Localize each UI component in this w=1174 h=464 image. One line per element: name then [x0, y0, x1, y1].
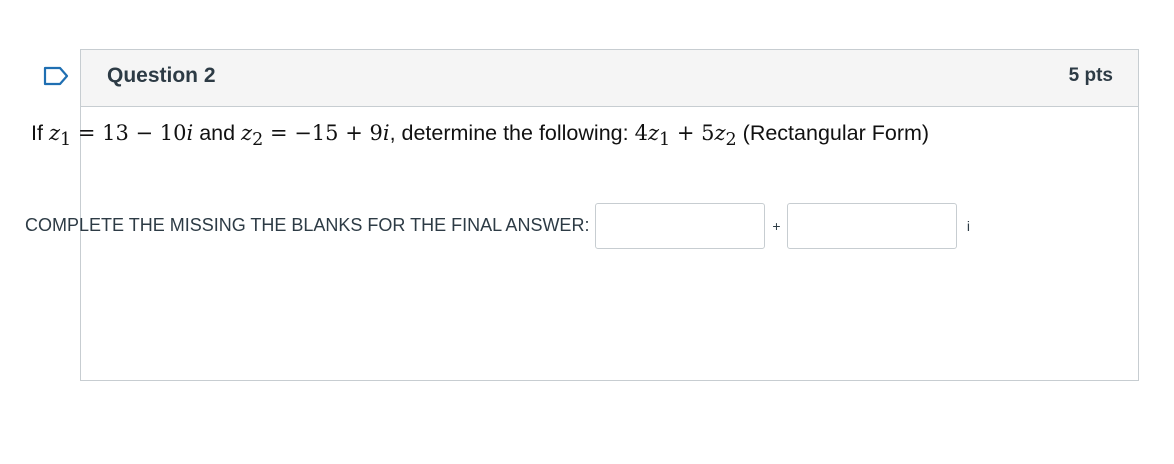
- z2-var: z: [241, 121, 253, 145]
- question-points: 5 pts: [1068, 65, 1113, 86]
- text-determine: , determine the following:: [389, 121, 635, 145]
- expr-plus-5: + 5: [670, 121, 715, 145]
- real-part-input[interactable]: [595, 202, 766, 249]
- flag-question-icon[interactable]: [43, 66, 69, 86]
- text-prefix: If: [31, 121, 43, 145]
- answer-label: COMPLETE THE MISSING THE BLANKS FOR THE …: [25, 215, 590, 235]
- expr-z1-sub: 1: [659, 130, 671, 151]
- z1-expr: = 13 − 10: [71, 121, 187, 145]
- expr-z1-var: z: [647, 121, 660, 145]
- expr-z2-var: z: [714, 121, 726, 145]
- imaginary-part-input[interactable]: [787, 202, 958, 249]
- quiz-page: Question 2 5 pts If z1 = 13 − 10i and z2…: [0, 0, 1174, 464]
- expr-coef-4: 4: [634, 121, 648, 145]
- expr-z2-sub: 2: [725, 130, 737, 151]
- imaginary-unit-label: i: [966, 217, 971, 234]
- z1-var: z: [48, 121, 61, 145]
- target-expression: 4z1 + 5z2: [634, 121, 737, 150]
- z2-expr: = −15 + 9: [263, 121, 383, 145]
- z2-definition: z2 = −15 + 9i: [241, 121, 390, 150]
- answer-row: COMPLETE THE MISSING THE BLANKS FOR THE …: [25, 201, 979, 250]
- z2-sub: 2: [252, 130, 264, 151]
- plus-sign: +: [772, 217, 781, 234]
- z2-imag-unit: i: [382, 121, 390, 145]
- text-suffix: (Rectangular Form): [736, 121, 930, 145]
- question-header: Question 2 5 pts: [81, 50, 1138, 107]
- question-text: If z1 = 13 − 10i and z2 = −15 + 9i, dete…: [31, 117, 1031, 157]
- text-and: and: [193, 121, 242, 145]
- z1-sub: 1: [60, 130, 72, 151]
- z1-definition: z1 = 13 − 10i: [48, 121, 193, 150]
- question-title: Question 2: [107, 64, 216, 87]
